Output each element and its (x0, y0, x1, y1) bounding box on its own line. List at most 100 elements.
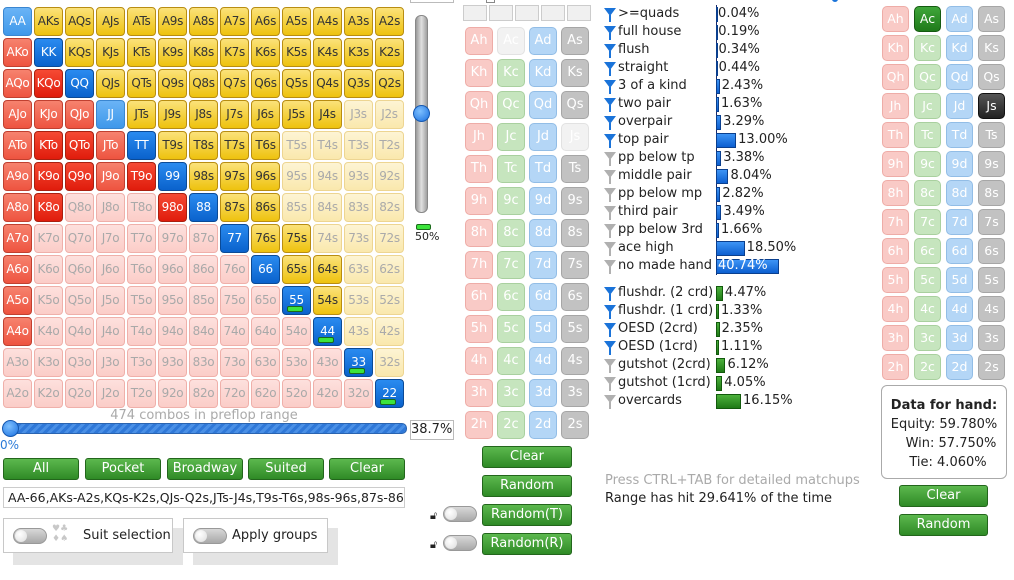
hand-deck-card-8c[interactable]: 8c (914, 180, 941, 206)
stat-row-two-pair[interactable]: two pair 1.63% (604, 95, 794, 113)
select-pocket-button[interactable]: Pocket (85, 458, 161, 480)
board-deck-card-Kd[interactable]: Kd (529, 59, 557, 87)
range-cell-J3o[interactable]: J3o (96, 348, 125, 377)
range-cell-T4o[interactable]: T4o (127, 317, 156, 346)
range-cell-54o[interactable]: 54o (282, 317, 311, 346)
range-cell-Q9o[interactable]: Q9o (65, 162, 94, 191)
range-cell-ATo[interactable]: ATo (3, 131, 32, 160)
range-cell-66[interactable]: 66 (251, 255, 280, 284)
range-cell-65s[interactable]: 65s (282, 255, 311, 284)
range-cell-J4s[interactable]: J4s (313, 100, 342, 129)
range-cell-62o[interactable]: 62o (251, 379, 280, 408)
range-cell-88[interactable]: 88 (189, 193, 218, 222)
range-cell-J2o[interactable]: J2o (96, 379, 125, 408)
board-deck-card-Ad[interactable]: Ad (529, 27, 557, 55)
range-cell-TT[interactable]: TT (127, 131, 156, 160)
range-cell-83s[interactable]: 83s (344, 193, 373, 222)
filter-icon[interactable] (604, 395, 616, 409)
range-cell-72o[interactable]: 72o (220, 379, 249, 408)
hand-deck-card-6c[interactable]: 6c (914, 238, 941, 264)
board-slot-flop-3[interactable] (515, 5, 539, 21)
hand-deck-card-9s[interactable]: 9s (978, 151, 1005, 177)
random-river-button[interactable]: Random(R) (482, 533, 572, 555)
stat-row-3-of-a-kind[interactable]: 3 of a kind 2.43% (604, 77, 794, 95)
board-deck-card-8c[interactable]: 8c (497, 219, 525, 247)
hand-deck-card-8h[interactable]: 8h (882, 180, 909, 206)
range-cell-A3s[interactable]: A3s (344, 7, 373, 36)
hand-deck-card-Qd[interactable]: Qd (946, 64, 973, 90)
range-cell-87o[interactable]: 87o (189, 224, 218, 253)
range-cell-J5o[interactable]: J5o (96, 286, 125, 315)
hand-deck-card-2d[interactable]: 2d (946, 354, 973, 380)
stat-row-third-pair[interactable]: third pair 3.49% (604, 203, 794, 221)
range-cell-96o[interactable]: 96o (158, 255, 187, 284)
range-percent-input[interactable]: 38.7% (410, 420, 454, 440)
board-deck-card-3c[interactable]: 3c (497, 379, 525, 407)
range-cell-Q2s[interactable]: Q2s (375, 69, 404, 98)
range-cell-92s[interactable]: 92s (375, 162, 404, 191)
filter-icon[interactable] (604, 134, 616, 148)
board-deck-card-8h[interactable]: 8h (465, 219, 493, 247)
range-cell-AJo[interactable]: AJo (3, 100, 32, 129)
range-cell-44[interactable]: 44 (313, 317, 342, 346)
hand-deck-card-Ts[interactable]: Ts (978, 122, 1005, 148)
range-cell-95o[interactable]: 95o (158, 286, 187, 315)
range-cell-K7o[interactable]: K7o (34, 224, 63, 253)
hand-deck-card-Jc[interactable]: Jc (914, 93, 941, 119)
range-cell-76o[interactable]: 76o (220, 255, 249, 284)
board-slot-flop-2[interactable] (489, 5, 513, 21)
range-cell-KK[interactable]: KK (34, 38, 63, 67)
board-slot-flop-1[interactable] (463, 5, 487, 21)
hand-clear-button[interactable]: Clear (899, 485, 988, 507)
range-cell-KJs[interactable]: KJs (96, 38, 125, 67)
filter-icon[interactable] (604, 323, 616, 337)
random-turn-button[interactable]: Random(T) (482, 504, 572, 526)
range-cell-A8s[interactable]: A8s (189, 7, 218, 36)
range-cell-A2o[interactable]: A2o (3, 379, 32, 408)
filter-icon[interactable] (604, 260, 616, 274)
filter-icon[interactable] (604, 377, 616, 391)
range-cell-Q4s[interactable]: Q4s (313, 69, 342, 98)
range-cell-J6o[interactable]: J6o (96, 255, 125, 284)
range-cell-32o[interactable]: 32o (344, 379, 373, 408)
board-deck-card-3s[interactable]: 3s (561, 379, 589, 407)
range-cell-T6s[interactable]: T6s (251, 131, 280, 160)
board-deck-card-Qh[interactable]: Qh (465, 91, 493, 119)
hand-deck-card-Kd[interactable]: Kd (946, 35, 973, 61)
range-cell-T8o[interactable]: T8o (127, 193, 156, 222)
board-deck-card-5d[interactable]: 5d (529, 315, 557, 343)
range-cell-T9s[interactable]: T9s (158, 131, 187, 160)
board-deck-card-Js[interactable]: Js (561, 123, 589, 151)
range-cell-ATs[interactable]: ATs (127, 7, 156, 36)
range-cell-95s[interactable]: 95s (282, 162, 311, 191)
stat-row-ace-high[interactable]: ace high 18.50% (604, 239, 796, 257)
range-cell-A6o[interactable]: A6o (3, 255, 32, 284)
select-all-button[interactable]: All (3, 458, 79, 480)
board-deck-card-Kh[interactable]: Kh (465, 59, 493, 87)
board-deck-card-7s[interactable]: 7s (561, 251, 589, 279)
stat-row-gutshot-1crd-[interactable]: gutshot (1crd) 4.05% (604, 374, 794, 392)
range-cell-AKo[interactable]: AKo (3, 38, 32, 67)
stat-row-oesd-2crd-[interactable]: OESD (2crd) 2.35% (604, 320, 794, 338)
range-cell-Q3s[interactable]: Q3s (344, 69, 373, 98)
range-cell-T7s[interactable]: T7s (220, 131, 249, 160)
filter-icon[interactable] (604, 26, 616, 40)
board-deck-card-8d[interactable]: 8d (529, 219, 557, 247)
board-deck-card-2c[interactable]: 2c (497, 411, 525, 439)
range-cell-77[interactable]: 77 (220, 224, 249, 253)
stat-row-no-made-hand[interactable]: no made hand 40.74% (604, 257, 794, 275)
range-cell-Q3o[interactable]: Q3o (65, 348, 94, 377)
range-cell-A4s[interactable]: A4s (313, 7, 342, 36)
range-cell-84s[interactable]: 84s (313, 193, 342, 222)
range-cell-42s[interactable]: 42s (375, 317, 404, 346)
hand-deck-card-Td[interactable]: Td (946, 122, 973, 148)
range-cell-T4s[interactable]: T4s (313, 131, 342, 160)
range-cell-93s[interactable]: 93s (344, 162, 373, 191)
range-cell-KJo[interactable]: KJo (34, 100, 63, 129)
range-cell-52o[interactable]: 52o (282, 379, 311, 408)
board-deck-card-Jh[interactable]: Jh (465, 123, 493, 151)
range-cell-K4s[interactable]: K4s (313, 38, 342, 67)
range-cell-A2s[interactable]: A2s (375, 7, 404, 36)
board-deck-card-6d[interactable]: 6d (529, 283, 557, 311)
stat-row-flush[interactable]: flush 0.34% (604, 41, 794, 59)
